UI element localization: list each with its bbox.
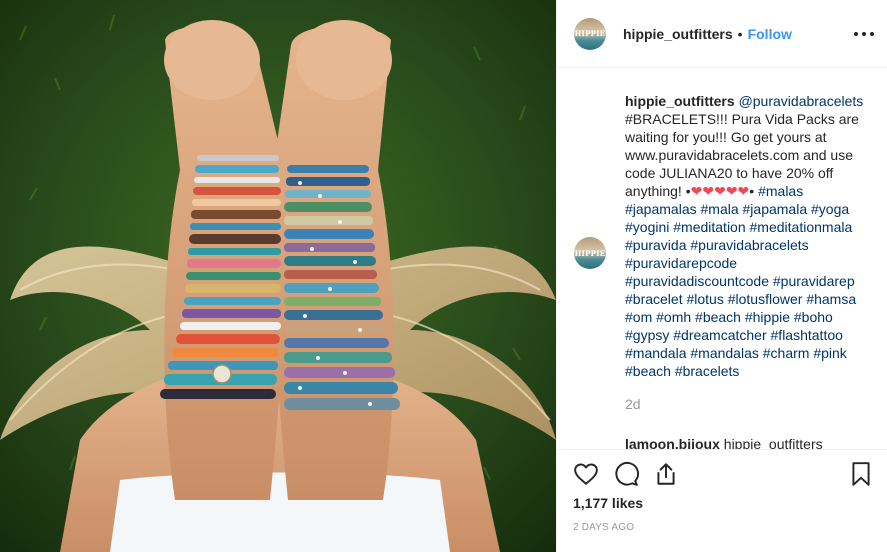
caption-avatar-logo-text: HIPPIE [574, 248, 606, 258]
caption-hearts-emoji: ❤❤❤❤❤ [690, 183, 750, 199]
comment-username[interactable]: lamoon.bijoux [625, 436, 720, 449]
caption-timestamp[interactable]: 2d [625, 396, 641, 412]
post-details-panel: HIPPIE hippie_outfitters • Follow HIPPIE… [556, 0, 887, 552]
share-upload-icon[interactable] [653, 461, 679, 487]
heart-outline-icon[interactable] [573, 461, 599, 487]
post-header: HIPPIE hippie_outfitters • Follow [557, 0, 887, 68]
comment-text: hippie_outfitters [723, 436, 823, 449]
post-caption: hippie_outfitters @puravidabracelets #BR… [625, 92, 875, 380]
caption-author-avatar[interactable]: HIPPIE [574, 237, 606, 269]
post-image[interactable] [0, 0, 556, 552]
header-separator: • [737, 25, 743, 42]
caption-bullet: • [749, 183, 755, 199]
author-avatar[interactable]: HIPPIE [574, 17, 606, 50]
likes-count[interactable]: 1,177 likes [573, 495, 643, 511]
caption-username[interactable]: hippie_outfitters [625, 93, 735, 109]
author-username[interactable]: hippie_outfitters [623, 26, 733, 42]
speech-bubble-icon[interactable] [613, 461, 639, 487]
comment-item: lamoon.bijoux hippie_outfitters [625, 435, 875, 449]
avatar-logo-text: HIPPIE [574, 29, 606, 38]
caption-mention-link[interactable]: @puravidabracelets [739, 93, 864, 109]
comments-section[interactable]: HIPPIE hippie_outfitters @puravidabracel… [557, 69, 887, 449]
more-options-icon[interactable] [854, 25, 874, 43]
post-photo-illustration [0, 0, 556, 552]
posted-date[interactable]: 2 DAYS AGO [573, 522, 634, 533]
post-actions: 1,177 likes 2 DAYS AGO [557, 449, 887, 552]
bookmark-icon[interactable] [848, 461, 874, 487]
follow-button[interactable]: Follow [748, 26, 792, 42]
caption-hashtags[interactable]: #malas #japamalas #mala #japamala #yoga … [625, 183, 856, 379]
